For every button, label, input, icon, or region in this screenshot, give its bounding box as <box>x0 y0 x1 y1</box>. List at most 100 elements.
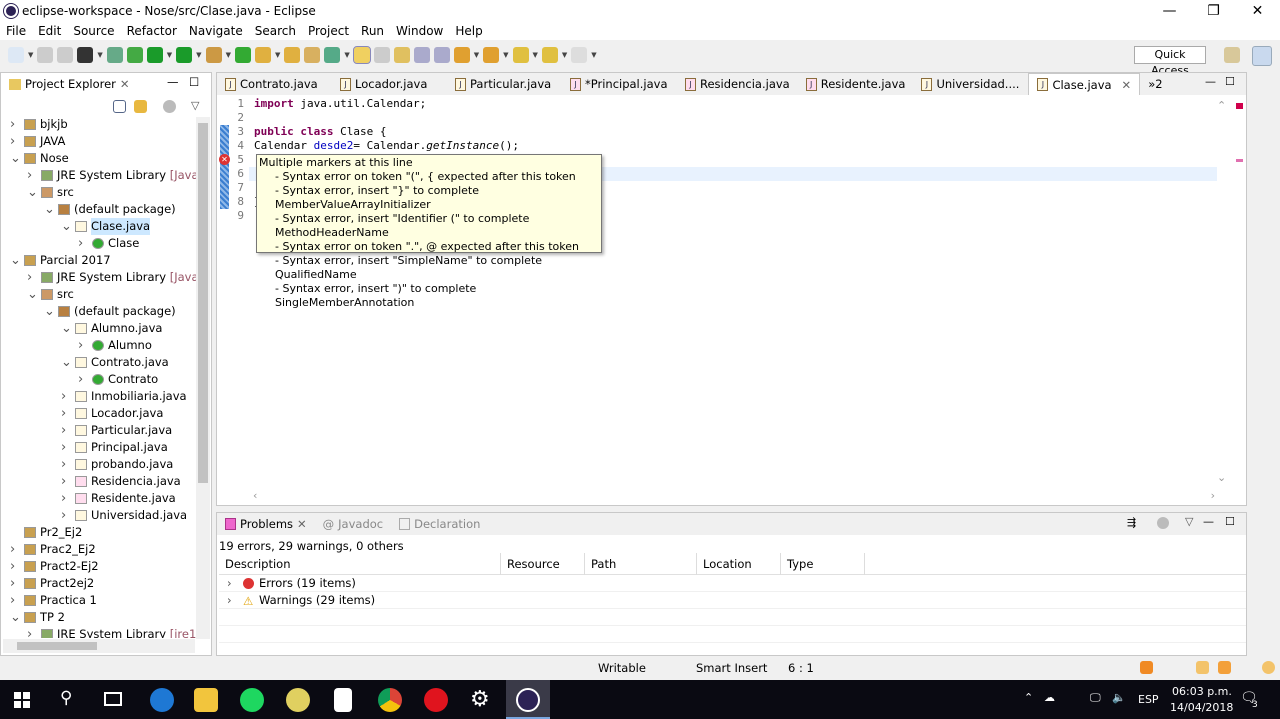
menu-file[interactable]: File <box>0 22 32 40</box>
minimize-view-icon[interactable]: — <box>167 75 179 89</box>
chevron-down-icon[interactable]: ⌄ <box>44 303 55 320</box>
tree-item[interactable]: ⌄ (default package) <box>0 303 196 320</box>
toolbar-button-icon[interactable] <box>37 47 54 63</box>
tree-item[interactable]: ⌄ Clase.java <box>0 218 196 235</box>
focus-icon[interactable] <box>163 100 176 113</box>
chevron-right-icon[interactable]: › <box>10 541 20 558</box>
dropdown-arrow-icon[interactable]: ▼ <box>533 51 538 59</box>
dropdown-arrow-icon[interactable]: ▼ <box>167 51 172 59</box>
chevron-down-icon[interactable]: ⌄ <box>61 354 72 371</box>
chevron-right-icon[interactable]: › <box>227 575 232 592</box>
maximize-view-icon[interactable]: ☐ <box>189 75 199 89</box>
java-perspective-icon[interactable] <box>1252 46 1272 66</box>
chevron-right-icon[interactable]: › <box>61 439 71 456</box>
tree-item[interactable]: › Clase <box>0 235 196 252</box>
chevron-right-icon[interactable]: › <box>10 116 20 133</box>
volume-icon[interactable]: 🔈 <box>1112 691 1126 704</box>
tab-problems[interactable]: Problems ✕ <box>217 513 315 535</box>
tab-project-explorer[interactable]: Project Explorer ✕ <box>1 73 138 95</box>
dropdown-arrow-icon[interactable]: ▼ <box>28 51 33 59</box>
clock-time[interactable]: 06:03 p.m. <box>1172 685 1232 698</box>
tab-overflow-button[interactable]: »2 <box>1148 77 1162 91</box>
restore-button[interactable]: ❐ <box>1191 0 1236 22</box>
dropdown-arrow-icon[interactable]: ▼ <box>474 51 479 59</box>
opera-icon[interactable] <box>424 688 448 712</box>
tree-item[interactable]: › probando.java <box>0 456 196 473</box>
toolbar-button-icon[interactable] <box>571 47 588 63</box>
menu-project[interactable]: Project <box>302 22 355 40</box>
rss-icon[interactable] <box>1140 661 1153 674</box>
toolbar-button-icon[interactable] <box>541 47 558 63</box>
chevron-right-icon[interactable]: › <box>61 422 71 439</box>
tab-declaration[interactable]: Declaration <box>391 513 488 535</box>
toolbar-button-icon[interactable] <box>324 47 341 63</box>
tree-item[interactable]: › Universidad.java <box>0 507 196 524</box>
tree-item[interactable]: › Prac2_Ej2 <box>0 541 196 558</box>
column-header-location[interactable]: Location <box>697 553 781 575</box>
menu-source[interactable]: Source <box>67 22 120 40</box>
minimize-button[interactable]: — <box>1147 0 1192 22</box>
editor-maximize-icon[interactable]: ☐ <box>1225 75 1235 88</box>
tree-item[interactable]: ⌄ src <box>0 184 196 201</box>
file-explorer-icon[interactable] <box>194 688 218 712</box>
toolbar-button-icon[interactable] <box>77 47 94 63</box>
tree-item[interactable]: › Residente.java <box>0 490 196 507</box>
focus-icon[interactable] <box>1157 517 1169 529</box>
chevron-right-icon[interactable]: › <box>10 575 20 592</box>
dropdown-arrow-icon[interactable]: ▼ <box>562 51 567 59</box>
app-icon[interactable] <box>286 688 310 712</box>
toolbar-button-icon[interactable] <box>57 47 74 63</box>
tree-item[interactable]: ⌄ Nose <box>0 150 196 167</box>
chevron-down-icon[interactable]: ⌄ <box>10 609 21 626</box>
toolbar-button-icon[interactable] <box>234 47 251 63</box>
chevron-down-icon[interactable]: ⌄ <box>27 286 38 303</box>
chevron-right-icon[interactable]: › <box>27 269 37 286</box>
tree-item[interactable]: › Practica 1 <box>0 592 196 609</box>
chevron-down-icon[interactable]: ⌄ <box>10 150 21 167</box>
chevron-right-icon[interactable]: › <box>61 456 71 473</box>
toolbar-button-icon[interactable] <box>205 47 222 63</box>
dropdown-arrow-icon[interactable]: ▼ <box>503 51 508 59</box>
link-editor-icon[interactable] <box>134 100 147 113</box>
tree-item[interactable]: › Principal.java <box>0 439 196 456</box>
editor-tab[interactable]: J Residencia.java <box>677 73 798 95</box>
toolbar-button-icon[interactable] <box>126 47 143 63</box>
tree-item[interactable]: ⌄ Alumno.java <box>0 320 196 337</box>
menu-help[interactable]: Help <box>449 22 488 40</box>
close-icon[interactable]: ✕ <box>297 513 307 535</box>
toolbar-button-icon[interactable] <box>8 47 24 63</box>
tab-javadoc[interactable]: @ Javadoc <box>315 513 391 535</box>
editor-minimize-icon[interactable]: — <box>1205 75 1216 88</box>
toolbar-button-icon[interactable] <box>146 47 163 63</box>
chevron-down-icon[interactable]: ⌄ <box>61 320 72 337</box>
editor-horizontal-scrollbar[interactable]: ‹ › <box>253 489 1215 503</box>
problem-group-row[interactable]: › ⚠ Warnings (29 items) <box>219 592 1246 609</box>
chevron-right-icon[interactable]: › <box>61 405 71 422</box>
network-icon[interactable]: 🖵 <box>1090 691 1101 705</box>
editor-tab[interactable]: J Clase.java ✕ <box>1028 73 1141 96</box>
tree-item[interactable]: › Particular.java <box>0 422 196 439</box>
close-icon[interactable]: ✕ <box>120 73 130 95</box>
toolbar-button-icon[interactable] <box>453 47 470 63</box>
dropdown-arrow-icon[interactable]: ▼ <box>344 51 349 59</box>
clock-date[interactable]: 14/04/2018 <box>1170 701 1233 714</box>
maximize-view-icon[interactable]: ☐ <box>1225 515 1235 528</box>
column-header-resource[interactable]: Resource <box>501 553 585 575</box>
eclipse-taskbar-button[interactable] <box>506 680 550 719</box>
editor-tab[interactable]: J Locador.java <box>332 73 447 95</box>
tutorial-icon[interactable] <box>1218 661 1231 674</box>
quick-access-input[interactable]: Quick Access <box>1134 46 1206 77</box>
chevron-right-icon[interactable]: › <box>61 388 71 405</box>
toolbar-button-icon[interactable] <box>304 47 321 63</box>
problem-group-row[interactable]: › Errors (19 items) <box>219 575 1246 592</box>
chevron-right-icon[interactable]: › <box>10 592 20 609</box>
editor-tab[interactable]: J *Principal.java <box>562 73 677 95</box>
view-menu-icon[interactable]: ▽ <box>191 99 199 112</box>
chevron-down-icon[interactable]: ⌄ <box>10 252 21 269</box>
toolbar-button-icon[interactable] <box>512 47 529 63</box>
close-icon[interactable]: ✕ <box>1122 74 1132 96</box>
chrome-icon[interactable] <box>378 688 402 712</box>
chevron-down-icon[interactable]: ⌄ <box>61 218 72 235</box>
menu-edit[interactable]: Edit <box>32 22 67 40</box>
tree-item[interactable]: › JRE System Library [jre1.8.0 <box>0 626 196 638</box>
